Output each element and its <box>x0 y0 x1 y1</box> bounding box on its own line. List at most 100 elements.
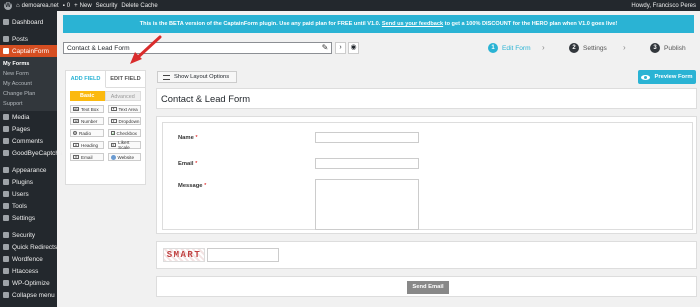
email-field[interactable] <box>315 158 419 169</box>
next-arrow-button[interactable]: › <box>335 42 346 54</box>
site-name-link[interactable]: ⌂ demoarea.net <box>16 3 59 9</box>
sidebar-item-users[interactable]: Users <box>0 188 57 200</box>
step-settings[interactable]: 2 Settings <box>569 43 607 53</box>
number-icon: 12 <box>73 119 79 123</box>
captainform-icon <box>3 48 9 54</box>
form-fields-area[interactable]: Name * Email * Message * <box>162 122 693 230</box>
sidebar-item-plugins[interactable]: Plugins <box>0 176 57 188</box>
tab-add-field[interactable]: ADD FIELD <box>66 71 106 88</box>
field-button-website[interactable]: Website <box>107 153 141 161</box>
submit-section: Send Email <box>156 276 697 297</box>
captcha-image: SMART <box>163 248 205 262</box>
show-layout-options-button[interactable]: Show Layout Options <box>157 71 237 83</box>
field-button-text-area[interactable]: ¶ Text Area <box>107 105 141 113</box>
lock-icon <box>3 232 9 238</box>
plus-icon: + <box>74 2 78 9</box>
sidebar-item-comments[interactable]: Comments <box>0 135 57 147</box>
feedback-link[interactable]: Send us your feedback <box>382 21 443 27</box>
field-button-checkbox[interactable]: ✓ Checkbox <box>107 129 141 137</box>
eye-icon: ◉ <box>350 44 357 51</box>
sidebar-item-appearance[interactable]: Appearance <box>0 164 57 176</box>
sidebar-item-posts[interactable]: Posts <box>0 33 57 45</box>
new-content-link[interactable]: + New <box>74 3 92 9</box>
captcha-section: SMART <box>156 241 697 269</box>
submenu-support[interactable]: Support <box>0 99 57 109</box>
heading-icon: H <box>73 143 79 147</box>
comments-link[interactable]: ▪ 0 <box>63 3 70 9</box>
radio-icon <box>73 131 77 135</box>
dashboard-icon <box>3 19 9 25</box>
step-edit-form[interactable]: 1 Edit Form <box>488 43 531 53</box>
submenu-my-forms[interactable]: My Forms <box>0 59 57 69</box>
file-icon <box>3 268 9 274</box>
sidebar-item-goodbyecaptcha[interactable]: GoodByeCaptcha <box>0 147 62 159</box>
field-button-dropdown[interactable]: ▾ Dropdown <box>107 117 141 125</box>
collapse-menu-button[interactable]: Collapse menu <box>0 289 57 301</box>
chevron-right-icon: › <box>339 44 342 51</box>
preview-eye-button[interactable]: ◉ <box>348 42 359 54</box>
field-button-email[interactable]: ✉ Email <box>70 153 104 161</box>
captcha-input[interactable] <box>207 248 279 262</box>
sidebar-item-settings[interactable]: Settings <box>0 212 57 224</box>
sidebar-item-tools[interactable]: Tools <box>0 200 57 212</box>
field-button-radio[interactable]: Radio <box>70 129 104 137</box>
field-button-heading[interactable]: H Heading <box>70 141 104 149</box>
sidebar-item-wordfence[interactable]: Wordfence <box>0 253 57 265</box>
field-button-likert-scale[interactable]: ≡ Likert Scale <box>107 140 141 150</box>
sidebar-item-dashboard[interactable]: Dashboard <box>0 16 57 28</box>
sidebar-item-captainform[interactable]: CaptainForm <box>0 45 57 57</box>
field-button-number[interactable]: 12 Number <box>70 117 104 125</box>
wp-logo-icon[interactable]: W <box>4 1 12 10</box>
form-canvas: Name * Email * Message * <box>156 116 697 234</box>
subtab-basic[interactable]: Basic <box>70 91 105 101</box>
step-publish[interactable]: 3 Publish <box>650 43 686 53</box>
form-heading[interactable]: Contact & Lead Form <box>156 88 697 109</box>
sidebar-item-media[interactable]: Media <box>0 111 57 123</box>
globe-icon <box>110 154 116 160</box>
wordfence-icon <box>3 256 9 262</box>
chevron-right-icon: › <box>623 43 626 52</box>
sidebar-item-pages[interactable]: Pages <box>0 123 57 135</box>
user-account-link[interactable]: Howdy, Francisco Peres <box>631 3 696 9</box>
textbox-icon: abc <box>73 107 79 111</box>
pencil-icon[interactable]: ✎ <box>320 43 330 53</box>
eye-icon <box>641 74 651 80</box>
submenu-new-form[interactable]: New Form <box>0 69 57 79</box>
media-icon <box>3 114 9 120</box>
delete-cache-link[interactable]: Delete Cache <box>121 3 157 9</box>
sidebar-item-quick-redirects[interactable]: Quick Redirects <box>0 241 57 253</box>
message-textarea[interactable] <box>315 179 419 230</box>
collapse-icon <box>3 292 9 298</box>
user-icon <box>3 191 9 197</box>
sidebar-item-htaccess[interactable]: Htaccess <box>0 265 57 277</box>
likert-icon: ≡ <box>110 143 117 147</box>
dropdown-icon: ▾ <box>110 119 117 123</box>
pin-icon <box>3 36 9 42</box>
redirect-icon <box>3 244 9 250</box>
form-title-input[interactable]: Contact & Lead Form <box>63 42 332 54</box>
captainform-submenu: My Forms New Form My Account Change Plan… <box>0 57 57 111</box>
comment-icon: ▪ <box>62 2 65 9</box>
beta-notice-banner: This is the BETA version of the CaptainF… <box>63 15 694 33</box>
settings-icon <box>3 215 9 221</box>
sidebar-item-security[interactable]: Security <box>0 229 57 241</box>
name-field[interactable] <box>315 132 419 143</box>
layout-icon <box>163 74 170 80</box>
email-icon: ✉ <box>73 155 79 159</box>
wrench-icon <box>3 203 9 209</box>
admin-bar: W ⌂ demoarea.net ▪ 0 + New Security Dele… <box>0 0 700 11</box>
home-icon: ⌂ <box>16 2 20 9</box>
sidebar-item-wp-optimize[interactable]: WP-Optimize <box>0 277 57 289</box>
submenu-change-plan[interactable]: Change Plan <box>0 89 57 99</box>
preview-form-button[interactable]: Preview Form <box>638 70 696 84</box>
admin-sidebar: Dashboard Posts CaptainForm My Forms New… <box>0 11 62 307</box>
submenu-my-account[interactable]: My Account <box>0 79 57 89</box>
field-button-text-box[interactable]: abc Text Box <box>70 105 104 113</box>
subtab-advanced[interactable]: Advanced <box>104 91 141 101</box>
send-email-button[interactable]: Send Email <box>407 281 449 294</box>
security-link[interactable]: Security <box>96 3 118 9</box>
annotation-arrow-icon <box>130 35 162 64</box>
name-label: Name * <box>178 135 198 141</box>
message-label: Message * <box>178 183 207 189</box>
tab-edit-field[interactable]: EDIT FIELD <box>106 71 145 88</box>
